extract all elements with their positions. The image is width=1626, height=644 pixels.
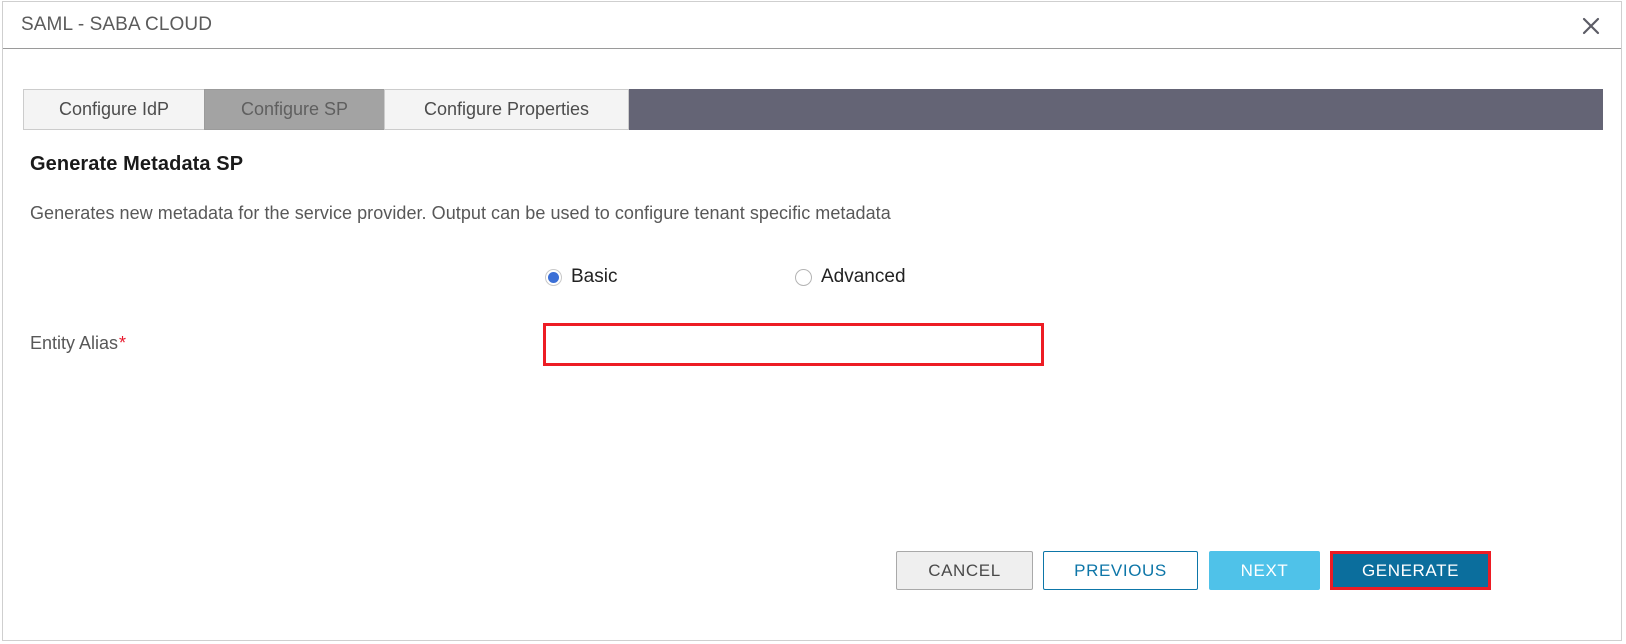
screenshot-root: SAML - SABA CLOUD Configure IdP Configur… xyxy=(0,0,1626,644)
tab-configure-idp[interactable]: Configure IdP xyxy=(23,89,204,130)
tabstrip-filler xyxy=(629,89,1603,130)
next-button[interactable]: NEXT xyxy=(1209,551,1320,590)
radio-option-advanced[interactable]: Advanced xyxy=(795,263,906,291)
entity-alias-input[interactable] xyxy=(546,326,1041,363)
dialog-title: SAML - SABA CLOUD xyxy=(21,14,212,36)
entity-alias-label-text: Entity Alias xyxy=(30,333,118,353)
page-description: Generates new metadata for the service p… xyxy=(30,203,891,224)
saml-dialog: SAML - SABA CLOUD Configure IdP Configur… xyxy=(2,1,1622,641)
dialog-titlebar: SAML - SABA CLOUD xyxy=(3,2,1621,49)
tab-configure-idp-label: Configure IdP xyxy=(59,99,169,120)
generate-button-highlight: GENERATE xyxy=(1330,551,1491,590)
cancel-button[interactable]: CANCEL xyxy=(896,551,1033,590)
radio-option-basic-label: Basic xyxy=(571,266,617,288)
generate-button[interactable]: GENERATE xyxy=(1333,554,1488,587)
tab-configure-properties[interactable]: Configure Properties xyxy=(384,89,629,130)
entity-alias-label: Entity Alias* xyxy=(30,333,126,354)
radio-option-advanced-label: Advanced xyxy=(821,266,906,288)
entity-alias-field-highlight xyxy=(543,323,1044,366)
radio-basic-icon xyxy=(545,269,562,286)
tab-configure-properties-label: Configure Properties xyxy=(424,99,589,120)
previous-button[interactable]: PREVIOUS xyxy=(1043,551,1198,590)
page-title: Generate Metadata SP xyxy=(30,153,243,176)
wizard-tabs: Configure IdP Configure SP Configure Pro… xyxy=(23,89,1603,130)
close-icon[interactable] xyxy=(1575,10,1607,42)
dialog-footer-buttons: CANCEL PREVIOUS NEXT GENERATE xyxy=(896,551,1491,590)
tab-configure-sp-label: Configure SP xyxy=(241,99,348,120)
radio-option-basic[interactable]: Basic xyxy=(545,263,617,291)
metadata-mode-radio-group: Basic Advanced xyxy=(543,263,1043,291)
radio-advanced-icon xyxy=(795,269,812,286)
tab-configure-sp[interactable]: Configure SP xyxy=(204,89,384,130)
required-asterisk: * xyxy=(119,333,126,353)
